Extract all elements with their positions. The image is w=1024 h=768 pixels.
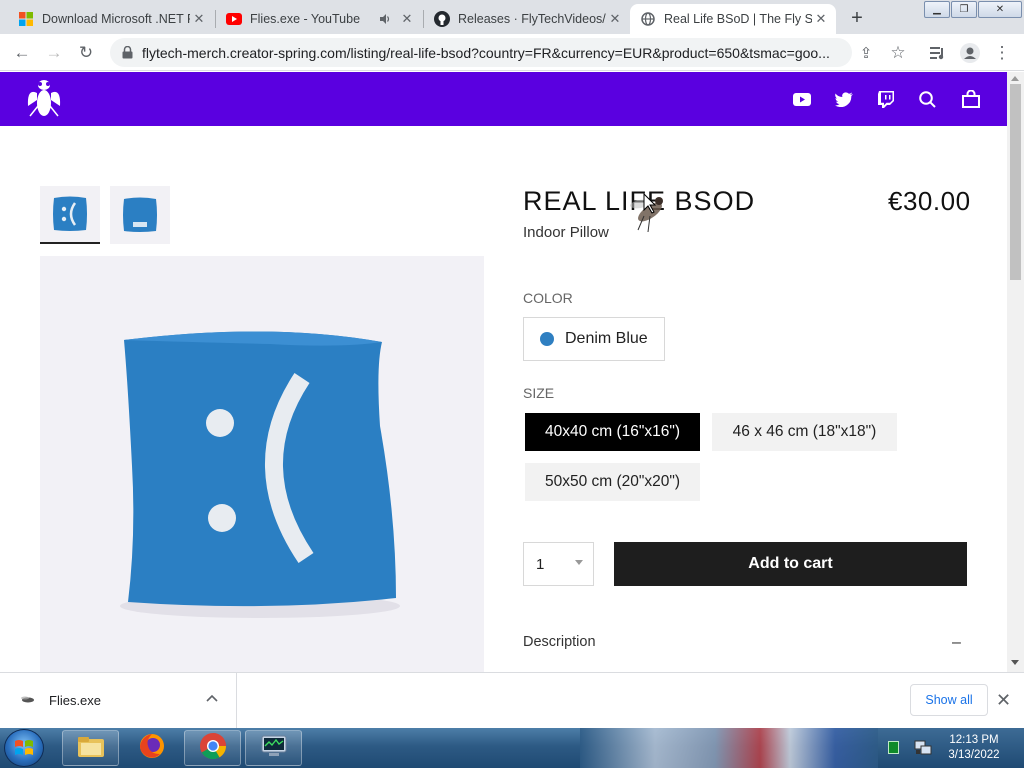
clock-date: 3/13/2022 bbox=[948, 749, 1000, 761]
fly-file-icon bbox=[20, 693, 36, 712]
product-thumbnail-back[interactable] bbox=[110, 186, 170, 244]
back-icon[interactable]: ← bbox=[10, 41, 34, 65]
page-scrollbar[interactable] bbox=[1007, 72, 1024, 672]
close-icon[interactable]: ✕ bbox=[996, 690, 1011, 711]
taskbar-chrome-button[interactable] bbox=[184, 730, 241, 766]
tab-youtube[interactable]: Flies.exe - YouTube ✕ bbox=[216, 4, 422, 34]
tab-label: Download Microsoft .NET F bbox=[42, 12, 190, 26]
start-button[interactable] bbox=[4, 729, 44, 767]
taskbar-clock[interactable]: 12:13 PM 3/13/2022 bbox=[944, 733, 1004, 763]
media-control-icon[interactable] bbox=[926, 41, 950, 65]
scrollbar-thumb[interactable] bbox=[1010, 84, 1021, 280]
close-window-button[interactable]: ✕ bbox=[978, 1, 1022, 18]
firefox-icon bbox=[138, 732, 166, 765]
product-price: €30.00 bbox=[888, 186, 971, 216]
new-tab-button[interactable]: + bbox=[845, 6, 869, 30]
profile-avatar-icon[interactable] bbox=[958, 41, 982, 65]
search-icon[interactable] bbox=[916, 88, 938, 110]
add-to-cart-button[interactable]: Add to cart bbox=[614, 542, 967, 586]
tab-github[interactable]: Releases · FlyTechVideos/F ✕ bbox=[424, 4, 630, 34]
site-header bbox=[0, 72, 1007, 126]
taskbar-taskmgr-button[interactable] bbox=[245, 730, 302, 766]
globe-icon bbox=[640, 11, 656, 27]
color-option-denim-blue[interactable]: Denim Blue bbox=[523, 317, 665, 361]
windows-icon bbox=[18, 11, 34, 27]
tab-label: Flies.exe - YouTube bbox=[250, 12, 361, 26]
lock-icon bbox=[120, 46, 134, 59]
close-icon[interactable]: ✕ bbox=[190, 10, 208, 28]
product-thumbnail-front[interactable] bbox=[40, 186, 100, 244]
taskbar-firefox-button[interactable] bbox=[123, 730, 180, 766]
close-icon[interactable]: ✕ bbox=[398, 10, 416, 28]
minimize-button[interactable]: ▁ bbox=[924, 1, 950, 18]
windows-taskbar: 12:13 PM 3/13/2022 bbox=[0, 728, 1024, 768]
restore-button[interactable]: ❐ bbox=[951, 1, 977, 18]
fly-cursor-icon bbox=[624, 186, 672, 234]
fly-logo-icon[interactable] bbox=[26, 76, 62, 122]
clock-time: 12:13 PM bbox=[949, 734, 999, 746]
youtube-icon[interactable] bbox=[791, 88, 813, 110]
product-subtitle: Indoor Pillow bbox=[523, 224, 609, 241]
tab-dotnet[interactable]: Download Microsoft .NET F ✕ bbox=[8, 4, 214, 34]
network-icon[interactable] bbox=[914, 739, 932, 762]
show-all-button[interactable]: Show all bbox=[910, 684, 988, 716]
audio-icon[interactable] bbox=[376, 10, 394, 28]
bookmark-star-icon[interactable]: ☆ bbox=[886, 41, 910, 65]
browser-toolbar: ← → ↻ flytech-merch.creator-spring.com/l… bbox=[0, 34, 1024, 71]
taskbar-explorer-button[interactable] bbox=[62, 730, 119, 766]
tab-label: Releases · FlyTechVideos/F bbox=[458, 12, 606, 26]
twitter-icon[interactable] bbox=[833, 88, 855, 110]
forward-icon[interactable]: → bbox=[42, 41, 66, 65]
tab-strip: Download Microsoft .NET F ✕ Flies.exe - … bbox=[0, 0, 1024, 34]
github-icon bbox=[434, 11, 450, 27]
address-bar[interactable]: flytech-merch.creator-spring.com/listing… bbox=[110, 38, 852, 67]
collapse-icon[interactable]: – bbox=[952, 634, 961, 652]
download-item[interactable]: Flies.exe bbox=[0, 673, 237, 728]
close-icon[interactable]: ✕ bbox=[812, 10, 830, 28]
chevron-down-icon bbox=[575, 560, 583, 565]
tab-active-product[interactable]: Real Life BSoD | The Fly Sto ✕ bbox=[630, 4, 836, 34]
chrome-icon bbox=[199, 732, 227, 765]
product-page: REAL LIFE BSOD Indoor Pillow €30.00 COLO… bbox=[0, 126, 1007, 672]
tray-app-icon[interactable] bbox=[888, 741, 899, 754]
color-option-label: Denim Blue bbox=[565, 330, 648, 347]
twitch-icon[interactable] bbox=[875, 88, 897, 110]
color-section-label: COLOR bbox=[523, 290, 573, 306]
size-option-50[interactable]: 50x50 cm (20"x20") bbox=[525, 463, 700, 501]
window-controls: ▁ ❐ ✕ bbox=[924, 1, 1023, 18]
description-toggle-label[interactable]: Description bbox=[523, 634, 596, 650]
download-bar: Flies.exe Show all ✕ bbox=[0, 672, 1024, 728]
youtube-icon bbox=[226, 11, 242, 27]
product-main-image[interactable] bbox=[40, 256, 484, 672]
chevron-up-icon[interactable] bbox=[206, 691, 218, 705]
share-icon[interactable]: ⇪ bbox=[854, 41, 878, 65]
size-section-label: SIZE bbox=[523, 385, 555, 401]
bag-icon[interactable] bbox=[960, 88, 982, 110]
download-file-name: Flies.exe bbox=[49, 693, 102, 708]
size-option-40[interactable]: 40x40 cm (16"x16") bbox=[525, 413, 700, 451]
close-icon[interactable]: ✕ bbox=[606, 10, 624, 28]
color-swatch bbox=[540, 332, 554, 346]
task-manager-icon bbox=[260, 734, 288, 763]
folder-icon bbox=[77, 734, 105, 763]
menu-icon[interactable]: ⋮ bbox=[990, 41, 1014, 65]
size-option-46[interactable]: 46 x 46 cm (18"x18") bbox=[712, 413, 897, 451]
quantity-value: 1 bbox=[536, 555, 545, 573]
tab-label: Real Life BSoD | The Fly Sto bbox=[664, 12, 812, 26]
url-text: flytech-merch.creator-spring.com/listing… bbox=[142, 44, 830, 61]
wallpaper-peek bbox=[580, 728, 880, 768]
scroll-up-icon[interactable] bbox=[1011, 76, 1019, 81]
reload-icon[interactable]: ↻ bbox=[74, 41, 98, 65]
quantity-select[interactable]: 1 bbox=[523, 542, 594, 586]
scroll-down-icon[interactable] bbox=[1011, 660, 1019, 665]
